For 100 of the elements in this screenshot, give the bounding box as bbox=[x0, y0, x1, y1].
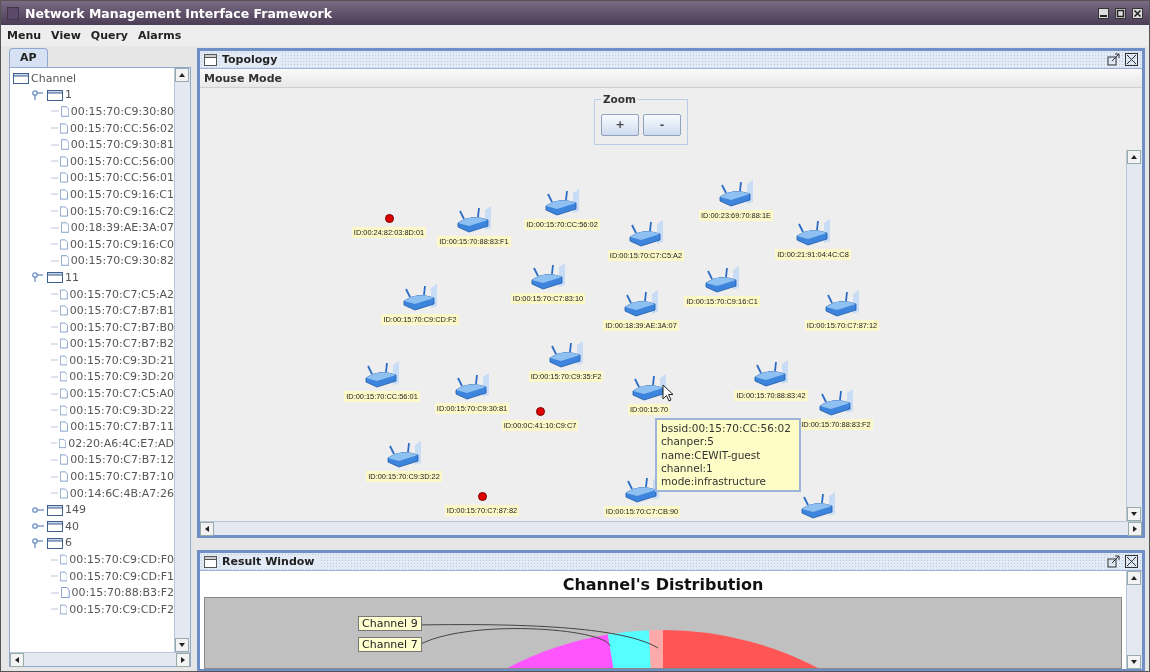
tree-item-label[interactable]: 00:15:70:C9:CD:F0 bbox=[69, 553, 174, 566]
mouse-pointer-icon bbox=[662, 384, 674, 402]
scroll-down-icon[interactable] bbox=[1130, 658, 1138, 666]
minimize-icon[interactable] bbox=[1098, 7, 1109, 19]
tree-item-label[interactable]: 00:15:70:CC:56:00 bbox=[70, 154, 174, 168]
close-icon[interactable] bbox=[1125, 555, 1138, 568]
tree-folder-label[interactable]: Channel bbox=[31, 71, 77, 85]
vertical-scrollbar[interactable] bbox=[1126, 150, 1142, 521]
tree-item-label[interactable]: 00:15:70:C9:30:80 bbox=[70, 105, 174, 118]
tree-item-label[interactable]: 00:15:70:C9:16:C1 bbox=[70, 187, 174, 201]
router-icon[interactable] bbox=[627, 220, 665, 248]
expand-handle[interactable] bbox=[31, 521, 45, 532]
tree-folder-label[interactable]: 11 bbox=[65, 270, 79, 284]
tree-item-label[interactable]: 00:15:70:C9:CD:F1 bbox=[69, 569, 174, 583]
expand-handle[interactable] bbox=[31, 272, 45, 283]
file-icon bbox=[60, 452, 69, 468]
node-dot[interactable] bbox=[477, 492, 487, 501]
tooltip-line: chanper:5 bbox=[661, 435, 715, 449]
scroll-up-icon[interactable] bbox=[1130, 574, 1138, 582]
file-icon bbox=[59, 552, 68, 567]
tree-item-label[interactable]: 00:14:6C:4B:A7:26 bbox=[69, 486, 174, 500]
tree-item-label[interactable]: 00:15:70:C7:B7:11 bbox=[70, 420, 174, 434]
tree-item-label[interactable]: 00:15:70:CC:56:01 bbox=[70, 171, 174, 185]
detach-icon[interactable] bbox=[1107, 555, 1120, 568]
menu-item[interactable]: Menu bbox=[7, 29, 42, 42]
tree-item-label[interactable]: 00:15:70:C9:3D:22 bbox=[69, 403, 174, 417]
tree-item-label[interactable]: 00:15:70:C7:B7:B0 bbox=[69, 320, 174, 334]
router-icon[interactable] bbox=[817, 389, 855, 417]
scroll-up-icon[interactable] bbox=[178, 71, 186, 79]
tree-item-label[interactable]: 00:15:70:C7:B7:B1 bbox=[69, 304, 174, 318]
window-title: Network Management Interface Framework bbox=[25, 5, 332, 21]
router-icon[interactable] bbox=[703, 266, 741, 294]
router-icon[interactable] bbox=[529, 263, 567, 291]
menu-item[interactable]: View bbox=[51, 29, 81, 42]
vertical-scrollbar[interactable] bbox=[1126, 571, 1142, 669]
scroll-left-icon[interactable] bbox=[13, 656, 21, 664]
scroll-left-icon[interactable] bbox=[203, 525, 211, 533]
router-icon[interactable] bbox=[752, 360, 790, 388]
tree-item-label[interactable]: 02:20:A6:4C:E7:AD bbox=[68, 436, 174, 450]
zoom-button[interactable]: - bbox=[643, 113, 681, 136]
router-icon[interactable] bbox=[543, 189, 581, 217]
tree-item-label[interactable]: 00:15:70:88:B3:F2 bbox=[71, 586, 174, 600]
tree-item-label[interactable]: 00:15:70:C9:3D:21 bbox=[69, 353, 174, 367]
tab[interactable]: AP bbox=[9, 48, 48, 67]
tree-item-label[interactable]: 00:15:70:C7:B7:B2 bbox=[69, 337, 174, 351]
window-title: Topology bbox=[222, 53, 282, 66]
router-icon[interactable] bbox=[385, 441, 423, 469]
tree-item-label[interactable]: 00:15:70:C9:16:C2 bbox=[70, 204, 174, 218]
scroll-right-icon[interactable] bbox=[179, 656, 187, 664]
tree-item-label[interactable]: 00:15:70:C7:C5:A2 bbox=[69, 287, 174, 301]
detach-icon[interactable] bbox=[1107, 53, 1120, 66]
menu-item[interactable]: Query bbox=[90, 29, 129, 42]
scroll-down-icon[interactable] bbox=[178, 641, 186, 649]
tree-folder-label[interactable]: 1 bbox=[65, 88, 72, 102]
horizontal-scrollbar[interactable] bbox=[200, 521, 1142, 535]
tree-line bbox=[49, 591, 59, 594]
tree-item-label[interactable]: 00:15:70:C9:3D:20 bbox=[69, 370, 174, 384]
router-icon[interactable] bbox=[401, 284, 439, 312]
tree-line bbox=[49, 558, 58, 561]
horizontal-scrollbar[interactable] bbox=[10, 652, 190, 666]
tree-line bbox=[49, 376, 58, 378]
router-icon[interactable] bbox=[363, 361, 401, 389]
router-icon[interactable] bbox=[453, 373, 491, 401]
close-icon[interactable] bbox=[1125, 53, 1138, 66]
tree-folder-label[interactable]: 6 bbox=[65, 536, 72, 550]
router-icon[interactable] bbox=[622, 290, 660, 318]
vertical-scrollbar[interactable] bbox=[174, 68, 190, 652]
tree-item-label[interactable]: 00:15:70:C7:B7:12 bbox=[70, 453, 174, 467]
group-title: Zoom bbox=[602, 93, 637, 105]
maximize-icon[interactable] bbox=[1115, 7, 1126, 19]
tooltip-line: bssid:00:15:70:CC:56:02 bbox=[661, 422, 792, 436]
zoom-button[interactable]: + bbox=[601, 113, 639, 136]
menu-item[interactable]: Alarms bbox=[138, 29, 182, 42]
tree-item-label[interactable]: 00:15:70:C7:C5:A0 bbox=[69, 387, 174, 401]
scroll-down-icon[interactable] bbox=[1130, 510, 1138, 518]
close-icon[interactable] bbox=[1132, 7, 1143, 19]
expand-handle[interactable] bbox=[31, 537, 45, 548]
folder-icon bbox=[47, 88, 63, 101]
tree-folder-label[interactable]: 149 bbox=[65, 503, 86, 517]
router-icon[interactable] bbox=[455, 206, 493, 234]
tree-folder-label[interactable]: 40 bbox=[65, 519, 79, 533]
scroll-right-icon[interactable] bbox=[1131, 525, 1139, 533]
router-icon[interactable] bbox=[823, 290, 861, 318]
tree-item-label[interactable]: 00:18:39:AE:3A:07 bbox=[70, 221, 174, 235]
tree-item-label[interactable]: 00:15:70:CC:56:02 bbox=[70, 121, 174, 135]
node-dot[interactable] bbox=[384, 214, 394, 223]
node-dot[interactable] bbox=[535, 407, 545, 416]
tree-item-label[interactable]: 00:15:70:C9:30:82 bbox=[70, 254, 174, 268]
router-icon[interactable] bbox=[547, 341, 585, 369]
router-icon[interactable] bbox=[794, 219, 832, 247]
scroll-up-icon[interactable] bbox=[1130, 153, 1138, 161]
tree-item-label[interactable]: 00:15:70:C9:30:81 bbox=[70, 138, 174, 152]
router-icon[interactable] bbox=[717, 180, 755, 208]
tree-item-label[interactable]: 00:15:70:C9:CD:F2 bbox=[69, 602, 174, 616]
expand-handle[interactable] bbox=[31, 89, 45, 100]
tree-item-label[interactable]: 00:15:70:C7:B7:10 bbox=[70, 470, 174, 484]
router-icon[interactable] bbox=[799, 492, 837, 520]
expand-handle[interactable] bbox=[31, 504, 45, 515]
tooltip-line: channel:1 bbox=[661, 461, 714, 476]
tree-item-label[interactable]: 00:15:70:C9:16:C0 bbox=[70, 237, 174, 251]
